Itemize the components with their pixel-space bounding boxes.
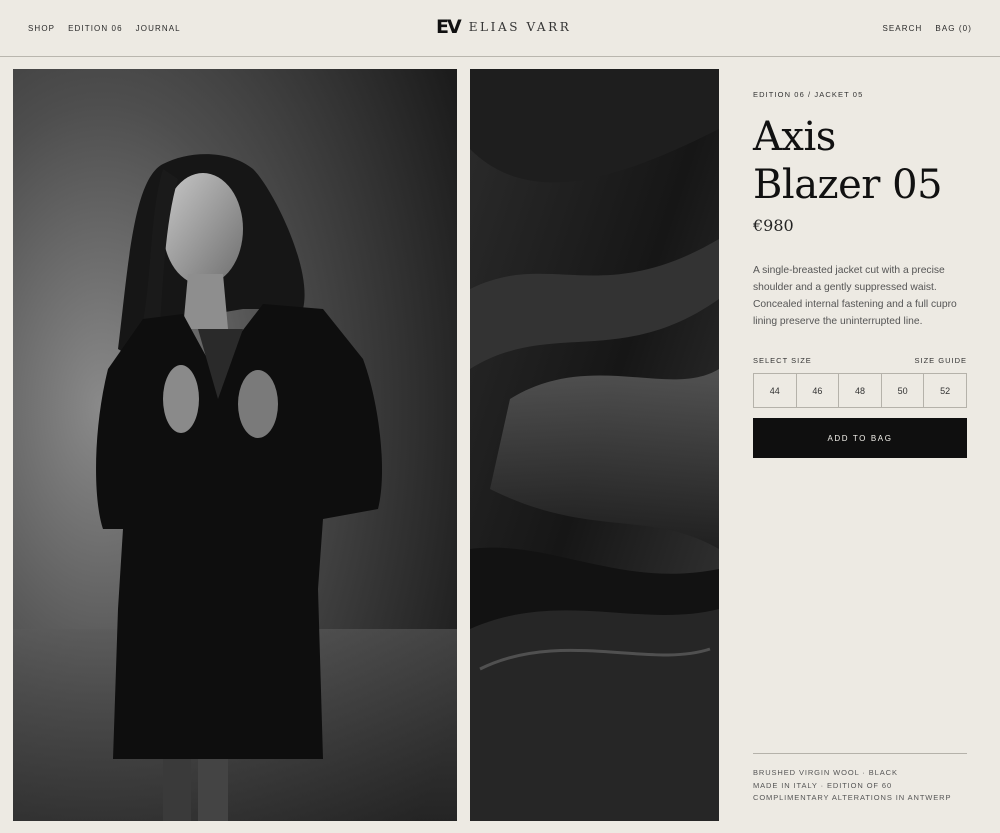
product-title: Axis Blazer 05 xyxy=(753,114,943,208)
size-selector: 44 46 48 50 52 xyxy=(753,373,967,408)
nav-journal[interactable]: JOURNAL xyxy=(136,24,181,33)
detail-alterations: COMPLIMENTARY ALTERATIONS IN ANTWERP xyxy=(753,793,952,803)
detail-material: BRUSHED VIRGIN WOOL · BLACK xyxy=(753,768,898,777)
product-breadcrumb: EDITION 06 / JACKET 05 xyxy=(753,90,864,99)
product-price: €980 xyxy=(753,216,794,235)
size-option-52[interactable]: 52 xyxy=(924,374,966,407)
model-photo-illustration xyxy=(13,69,457,821)
product-description: A single-breasted jacket cut with a prec… xyxy=(753,265,957,327)
fabric-detail-illustration xyxy=(470,69,719,821)
size-option-46[interactable]: 46 xyxy=(797,374,840,407)
add-to-bag-button[interactable]: ADD TO BAG xyxy=(753,418,967,458)
site-header: SHOP EDITION 06 JOURNAL EV ELIAS VARR SE… xyxy=(0,0,1000,57)
nav-edition[interactable]: EDITION 06 xyxy=(68,24,123,33)
size-header: SELECT SIZE SIZE GUIDE xyxy=(753,356,967,365)
primary-nav: SHOP EDITION 06 JOURNAL xyxy=(28,24,181,33)
size-guide-link[interactable]: SIZE GUIDE xyxy=(914,356,967,365)
nav-search[interactable]: SEARCH xyxy=(882,24,922,33)
details-divider xyxy=(753,753,967,754)
detail-origin: MADE IN ITALY · EDITION OF 60 xyxy=(753,780,893,790)
size-option-48[interactable]: 48 xyxy=(839,374,882,407)
size-option-44[interactable]: 44 xyxy=(754,374,797,407)
nav-shop[interactable]: SHOP xyxy=(28,24,55,33)
brand-logo-link[interactable]: EV ELIAS VARR xyxy=(436,17,571,37)
brand-monogram: EV xyxy=(436,16,462,38)
product-details: BRUSHED VIRGIN WOOL · BLACK MADE IN ITAL… xyxy=(753,767,951,805)
select-size-label: SELECT SIZE xyxy=(753,356,812,365)
fabric-detail-photo[interactable] xyxy=(470,69,719,821)
size-option-50[interactable]: 50 xyxy=(882,374,925,407)
model-photo[interactable] xyxy=(13,69,457,821)
nav-bag[interactable]: BAG (0) xyxy=(935,24,972,33)
utility-nav: SEARCH BAG (0) xyxy=(882,24,972,33)
brand-name: ELIAS VARR xyxy=(468,20,572,34)
